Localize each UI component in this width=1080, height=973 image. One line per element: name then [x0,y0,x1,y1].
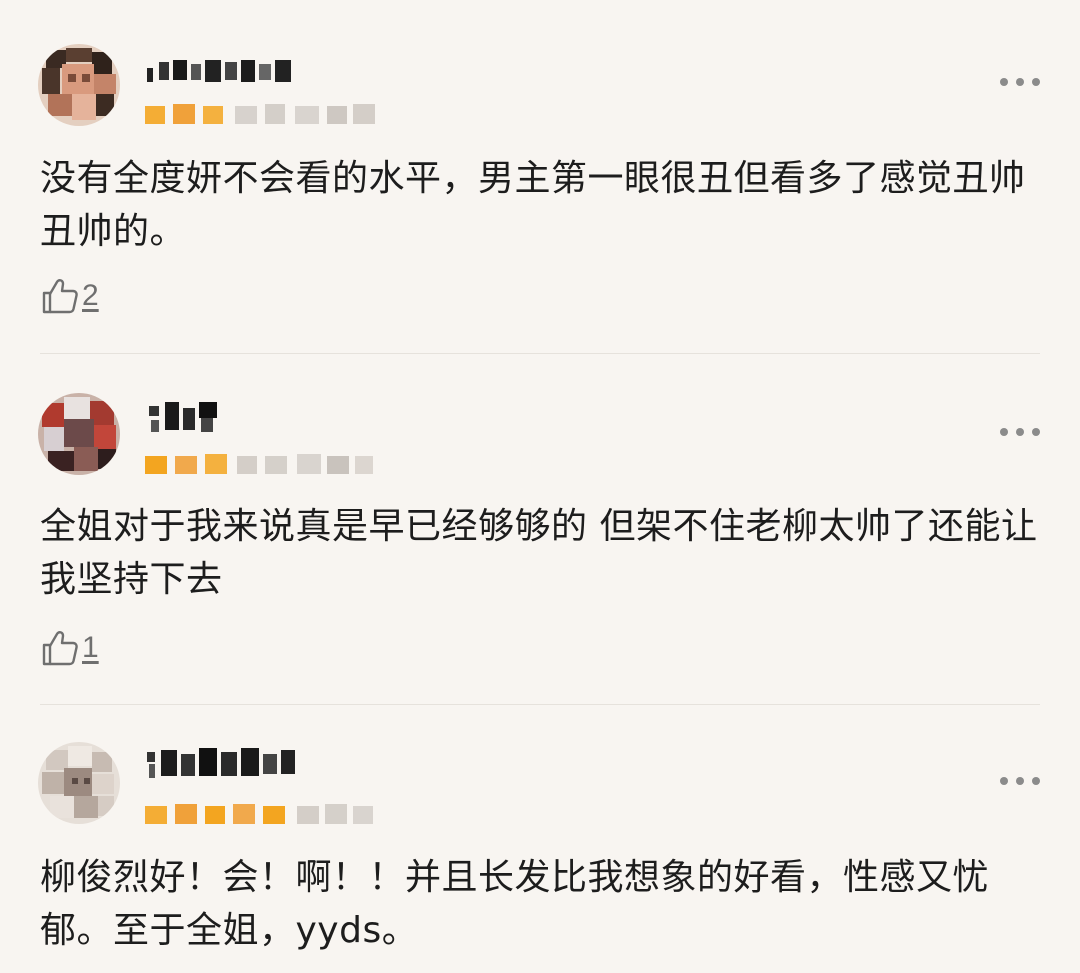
more-options-button[interactable] [1000,72,1040,92]
comment-text: 没有全度妍不会看的水平，男主第一眼很丑但看多了感觉丑帅丑帅的。 [40,158,1026,252]
like-count: 1 [82,631,99,664]
avatar[interactable] [38,742,120,824]
more-options-button[interactable] [1000,422,1040,442]
more-options-button[interactable] [1000,771,1040,791]
avatar[interactable] [38,393,120,475]
star-rating [145,454,373,474]
like-button[interactable]: 1 [40,628,99,668]
comment-text: 全姐对于我来说真是早已经够够的 但架不住老柳太帅了还能让我坚持下去 [40,506,1038,600]
like-count: 2 [82,279,99,312]
more-dots-icon [1000,78,1008,86]
username-blurred[interactable] [145,744,305,784]
avatar[interactable] [38,44,120,126]
thumbs-up-icon [42,279,78,314]
avatar-pixelated-image [38,44,120,126]
username-blurred[interactable] [145,54,305,88]
thumbs-up-icon [42,631,78,666]
divider [40,704,1040,705]
avatar-pixelated-image [38,742,120,824]
username-blurred[interactable] [145,398,235,438]
divider [40,353,1040,354]
comment-text: 柳俊烈好！会！啊！！并且长发比我想象的好看，性感又忧郁。至于全姐，yyds。 [40,857,990,951]
star-rating [145,104,375,124]
avatar-pixelated-image [38,393,120,475]
more-dots-icon [1000,777,1008,785]
like-button[interactable]: 2 [40,276,99,316]
more-dots-icon [1000,428,1008,436]
star-rating [145,804,373,824]
